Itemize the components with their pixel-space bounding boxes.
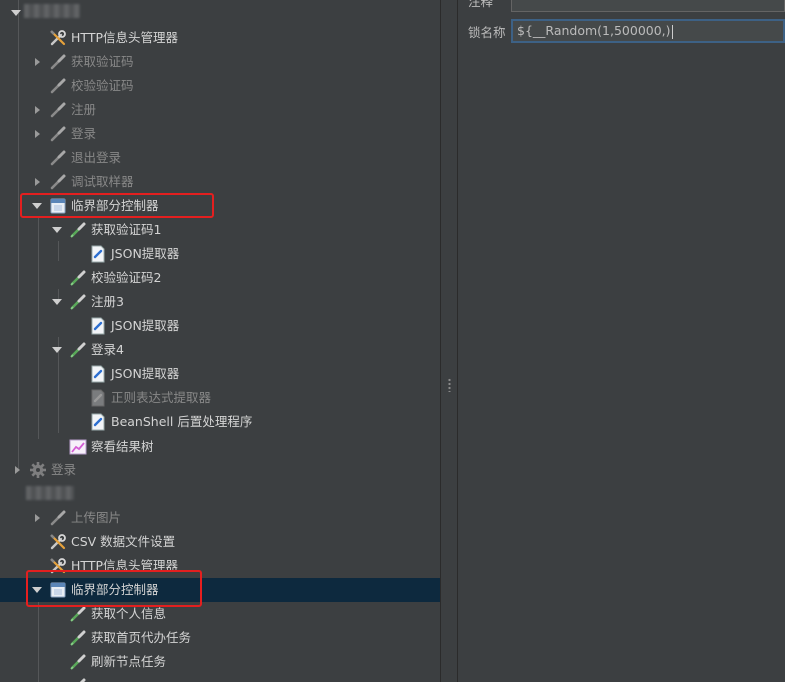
pipette-icon — [69, 290, 87, 314]
tree-node[interactable]: 获取首页代办任务 — [0, 626, 440, 650]
gear-icon — [29, 458, 47, 482]
tree-node[interactable]: 注册3 — [0, 290, 440, 314]
lock-name-row: 锁名称 ${__Random(1,500000,) — [458, 17, 785, 45]
tree-node-label: 获取首页代办任务 — [91, 630, 192, 645]
pipette-icon — [49, 50, 67, 74]
tree-node-label: 登录4 — [91, 342, 124, 357]
wrench-icon — [49, 530, 67, 554]
pipette-icon — [69, 218, 87, 242]
tree-node-label: 正则表达式提取器 — [111, 390, 212, 405]
pipette-icon — [49, 170, 67, 194]
expand-arrow-icon[interactable] — [31, 122, 43, 146]
tree-node[interactable]: CSV 数据文件设置 — [0, 530, 440, 554]
test-plan-tree[interactable]: HTTP信息头管理器 获取验证码 校验验证码 注册 登录 退出登录 调试取样器 临界部分控制器… — [0, 0, 440, 682]
pipette-icon — [49, 146, 67, 170]
expand-arrow-icon[interactable] — [31, 50, 43, 74]
tree-node-label: 获取验证码 — [71, 54, 134, 69]
tree-node[interactable]: 获取验证码 — [0, 50, 440, 74]
tree-node[interactable]: 登录4 — [0, 338, 440, 362]
tree-node[interactable]: 正则表达式提取器 — [0, 386, 440, 410]
tree-node-label: JSON提取器 — [111, 366, 180, 381]
split-pane-divider[interactable] — [440, 0, 458, 682]
pipette-icon — [69, 626, 87, 650]
tree-node-label: 注册3 — [91, 294, 124, 309]
tree-node-label: 刷新节点任务 — [91, 654, 167, 669]
tree-node[interactable]: 注册 — [0, 98, 440, 122]
tree-node-label: 校验验证码2 — [91, 270, 162, 285]
extractor-icon — [89, 386, 107, 410]
pipette-icon — [69, 266, 87, 290]
tree-node-label: 上传图片 — [71, 510, 122, 525]
comment-field[interactable] — [511, 0, 785, 12]
tree-node[interactable]: 退出登录 — [0, 146, 440, 170]
collapse-arrow-icon[interactable] — [51, 290, 63, 314]
tree-node-label: HTTP信息头管理器 — [71, 30, 178, 45]
lock-name-value: ${__Random(1,500000,) — [517, 23, 671, 38]
highlight-box — [26, 570, 202, 607]
tree-node[interactable]: JSON提取器 — [0, 362, 440, 386]
tree-node-label: 校验验证码 — [71, 78, 134, 93]
pipette-icon — [49, 74, 67, 98]
pipette-icon — [69, 338, 87, 362]
expand-arrow-icon[interactable] — [31, 98, 43, 122]
tree-node-label: JSON提取器 — [111, 246, 180, 261]
tree-node-label: 登录 — [51, 462, 77, 477]
expand-arrow-icon[interactable] — [11, 458, 23, 482]
collapse-arrow-icon[interactable] — [51, 338, 63, 362]
tree-node-label: 察看结果树 — [91, 439, 154, 454]
tree-node[interactable]: HTTP信息头管理器 — [0, 26, 440, 50]
tree-node[interactable]: 获取验证码1 — [0, 218, 440, 242]
tree-node-label: 获取验证码1 — [91, 222, 162, 237]
lock-name-input[interactable]: ${__Random(1,500000,) — [511, 19, 785, 43]
chart-icon — [69, 435, 87, 459]
tree-node[interactable]: 登录 — [0, 122, 440, 146]
expand-arrow-icon[interactable] — [31, 170, 43, 194]
extractor-icon — [89, 362, 107, 386]
expand-arrow-icon[interactable] — [11, 10, 21, 16]
tree-node-label: 注册 — [71, 102, 97, 117]
pipette-icon — [49, 122, 67, 146]
pipette-icon — [69, 674, 87, 682]
tree-node-label: CSV 数据文件设置 — [71, 534, 176, 549]
extractor-icon — [89, 242, 107, 266]
tree-node-label: BeanShell 后置处理程序 — [111, 414, 253, 429]
lock-name-label: 锁名称 — [468, 24, 506, 40]
text-caret — [671, 24, 673, 39]
tree-node-label: JSON提取器 — [111, 318, 180, 333]
highlight-box — [20, 193, 214, 218]
redacted-node-label — [24, 4, 80, 18]
tree-node-label: 调试取样器 — [71, 174, 134, 189]
comment-row: 注释 — [458, 0, 785, 14]
tree-node[interactable]: 上传图片 — [0, 506, 440, 530]
tree-node[interactable]: JSON提取器 — [0, 314, 440, 338]
pipette-icon — [49, 98, 67, 122]
drag-grip-icon[interactable] — [448, 378, 451, 392]
pipette-icon — [69, 650, 87, 674]
tree-node[interactable]: 校验验证码2 — [0, 266, 440, 290]
redacted-node-label — [26, 486, 74, 500]
tree-node[interactable]: 校验验证码 — [0, 74, 440, 98]
tree-node[interactable]: 刷新节点任务 — [0, 650, 440, 674]
tree-node[interactable] — [0, 674, 440, 682]
tree-node[interactable]: 察看结果树 — [0, 435, 440, 459]
expand-arrow-icon[interactable] — [31, 506, 43, 530]
comment-label: 注释 — [468, 0, 494, 9]
tree-node-label: 退出登录 — [71, 150, 122, 165]
tree-node-label: 登录 — [71, 126, 97, 141]
tree-node[interactable]: BeanShell 后置处理程序 — [0, 410, 440, 434]
tree-node[interactable]: JSON提取器 — [0, 242, 440, 266]
tree-node[interactable]: 调试取样器 — [0, 170, 440, 194]
pipette-icon — [49, 506, 67, 530]
extractor-icon — [89, 314, 107, 338]
collapse-arrow-icon[interactable] — [51, 218, 63, 242]
extractor-icon — [89, 410, 107, 434]
properties-panel: 注释 锁名称 ${__Random(1,500000,) — [458, 0, 785, 682]
tree-node[interactable]: 登录 — [0, 458, 440, 482]
wrench-icon — [49, 26, 67, 50]
